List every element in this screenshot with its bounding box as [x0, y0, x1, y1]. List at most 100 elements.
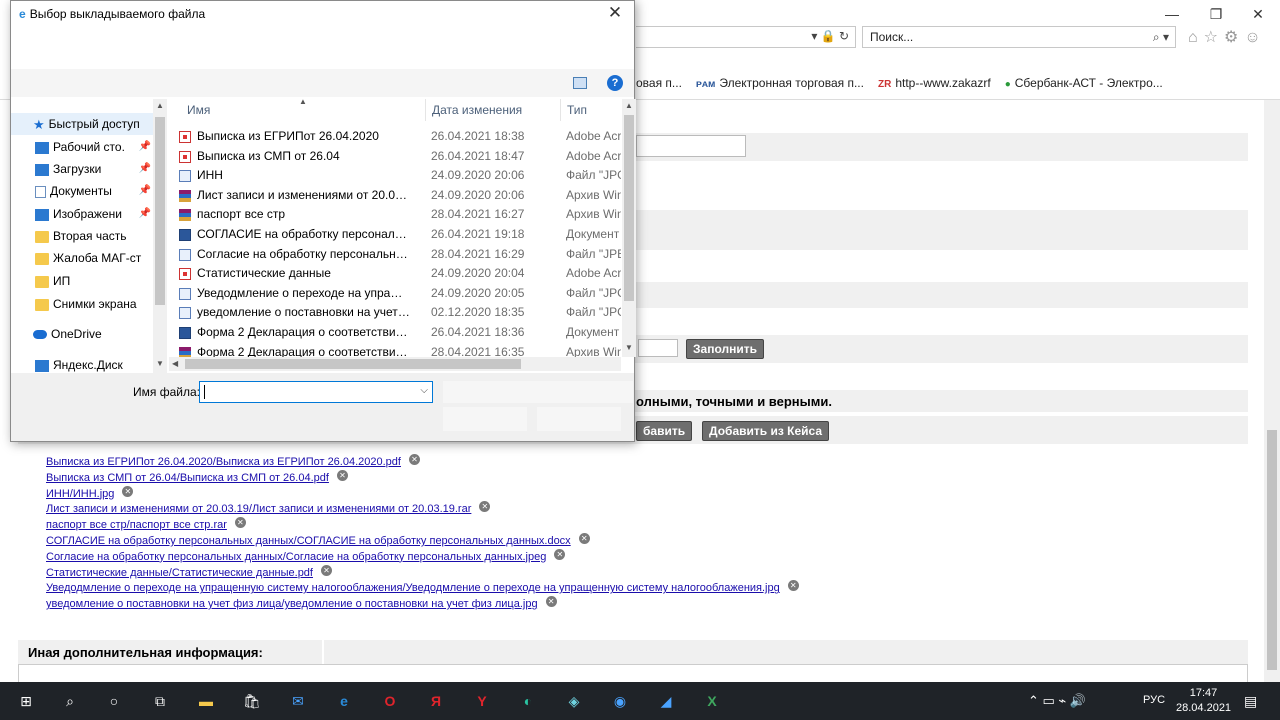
nav-item[interactable]: Документы 📌	[11, 180, 157, 202]
scroll-left-icon[interactable]: ◀	[172, 359, 178, 368]
file-list-scrollbar[interactable]: ▲ ▼	[622, 99, 636, 357]
search-input[interactable]: Поиск... ⌕ ▾	[862, 26, 1176, 48]
file-row[interactable]: Статистические данные 24.09.2020 20:04 Ado…	[169, 264, 621, 284]
file-row[interactable]: Форма 2 Декларация о соответствии тр... 2…	[169, 323, 621, 343]
column-date[interactable]: Дата изменения	[432, 103, 522, 117]
browser-close-button[interactable]: ✕	[1238, 2, 1278, 26]
attached-file-link[interactable]: СОГЛАСИЕ на обработку персональных данны…	[46, 535, 571, 547]
page-scrollbar[interactable]	[1264, 100, 1280, 682]
outlook-icon[interactable]: ◉	[610, 691, 630, 711]
language-indicator[interactable]: РУС	[1143, 694, 1165, 706]
delete-icon[interactable]: ✕	[554, 548, 566, 560]
task-view-icon[interactable]: ⧉	[150, 691, 170, 711]
file-row[interactable]: Выписка из ЕГРИПот 26.04.2020 26.04.2021 …	[169, 127, 621, 147]
add-from-case-button[interactable]: Добавить из Кейса	[702, 421, 829, 441]
column-divider[interactable]	[560, 99, 561, 121]
opera-icon[interactable]: O	[380, 691, 400, 711]
search-icon[interactable]: ⌕	[60, 691, 80, 711]
file-row[interactable]: Форма 2 Декларация о соответствии ... 28.…	[169, 343, 621, 357]
attached-file-link[interactable]: ИНН/ИНН.jpg	[46, 488, 114, 500]
yandex-icon[interactable]: Я	[426, 691, 446, 711]
ie-icon[interactable]: e	[334, 691, 354, 711]
attached-file-link[interactable]: уведомление о поставновки на учет физ ли…	[46, 598, 538, 610]
delete-icon[interactable]: ✕	[122, 485, 134, 497]
scroll-down-icon[interactable]: ▼	[625, 343, 633, 352]
yandex-browser-icon[interactable]: Y	[472, 691, 492, 711]
app-icon[interactable]: ◈	[564, 691, 584, 711]
favorite-link[interactable]: ZR http--www.zakazrf	[878, 76, 991, 90]
file-row[interactable]: Выписка из СМП от 26.04 26.04.2021 18:47 A…	[169, 147, 621, 167]
file-row[interactable]: СОГЛАСИЕ на обработку персональны... 26.0…	[169, 225, 621, 245]
notification-icon[interactable]: ▤	[1244, 693, 1257, 710]
nav-scrollbar-thumb[interactable]	[155, 117, 165, 305]
file-row[interactable]: паспорт все стр 28.04.2021 16:27 Архив Win…	[169, 205, 621, 225]
attached-file-link[interactable]: Уведодмление о переходе на упращенную си…	[46, 582, 780, 594]
delete-icon[interactable]: ✕	[408, 454, 420, 465]
add-button[interactable]: бавить	[636, 421, 693, 441]
nav-item[interactable]: Снимки экрана	[11, 293, 157, 315]
mail-icon[interactable]: ✉	[288, 691, 308, 711]
filename-input[interactable]: ⌵	[199, 381, 433, 403]
file-row[interactable]: Уведодмление о переходе на упращен... 24.…	[169, 284, 621, 304]
file-row[interactable]: Согласие на обработку персональных ... 28…	[169, 245, 621, 265]
file-list-hscrollbar[interactable]: ◀	[169, 357, 621, 371]
file-row[interactable]: ИНН 24.09.2020 20:06 Файл "JPG"	[169, 166, 621, 186]
nav-item[interactable]: OneDrive	[11, 323, 157, 345]
nav-item[interactable]: ИП	[11, 270, 157, 292]
search-icon[interactable]: ⌕ ▾	[1153, 30, 1169, 45]
browser-tool-icons[interactable]: ⌂☆⚙☺	[1188, 27, 1267, 47]
fill-button[interactable]: Заполнить	[686, 339, 764, 359]
favorite-link[interactable]: овая п...	[636, 76, 682, 90]
attached-file-link[interactable]: Согласие на обработку персональных данны…	[46, 551, 546, 563]
windows-start-icon[interactable]: ⊞	[16, 691, 36, 711]
nav-item[interactable]: Вторая часть	[11, 225, 157, 247]
form-text-input[interactable]	[636, 135, 746, 157]
hscrollbar-thumb[interactable]	[185, 359, 521, 369]
delete-icon[interactable]: ✕	[578, 532, 590, 544]
chevron-down-icon[interactable]: ⌵	[420, 385, 428, 396]
favorite-link[interactable]: ᴘᴀᴍ Электронная торговая п...	[696, 76, 864, 90]
view-mode-icon[interactable]	[573, 77, 587, 89]
address-bar-icons[interactable]: ▾ 🔒 ↻	[811, 29, 849, 43]
attached-file-link[interactable]: Выписка из СМП от 26.04/Выписка из СМП о…	[46, 472, 329, 484]
store-icon[interactable]: 🛍	[242, 691, 262, 711]
clock[interactable]: 17:47 28.04.2021	[1176, 686, 1231, 716]
system-tray-icons[interactable]: ⌃ ▭ ⌁ 🔊	[1028, 693, 1086, 709]
delete-icon[interactable]: ✕	[545, 596, 557, 608]
browser-restore-button[interactable]: ❐	[1196, 2, 1236, 26]
file-row[interactable]: Лист записи и изменениями от 20.03.19 24.…	[169, 186, 621, 206]
page-scrollbar-thumb[interactable]	[1267, 430, 1277, 670]
file-list-scrollbar-thumb[interactable]	[624, 115, 634, 301]
delete-icon[interactable]: ✕	[234, 517, 246, 529]
favorite-link[interactable]: ● Сбербанк-АСТ - Электро...	[1005, 76, 1163, 90]
column-name[interactable]: Имя	[187, 103, 210, 117]
cortana-icon[interactable]: ○	[104, 691, 124, 711]
cancel-button[interactable]	[537, 407, 621, 431]
form-small-input[interactable]	[638, 339, 678, 357]
scroll-up-icon[interactable]: ▲	[156, 101, 164, 110]
nav-item[interactable]: Загрузки 📌	[11, 158, 157, 180]
edge-icon[interactable]: ◐	[518, 691, 538, 711]
app-icon[interactable]: ◢	[656, 691, 676, 711]
file-type-filter[interactable]	[443, 381, 633, 403]
delete-icon[interactable]: ✕	[320, 564, 332, 576]
open-button[interactable]	[443, 407, 527, 431]
file-explorer-icon[interactable]: ▬	[196, 691, 216, 711]
nav-item[interactable]: Жалоба МАГ-ст	[11, 247, 157, 269]
other-info-textarea[interactable]	[18, 664, 1248, 682]
column-divider[interactable]	[425, 99, 426, 121]
attached-file-link[interactable]: паспорт все стр/паспорт все стр.rar	[46, 519, 227, 531]
nav-item[interactable]: Изображени 📌	[11, 203, 157, 225]
help-icon[interactable]: ?	[607, 75, 623, 91]
scroll-down-icon[interactable]: ▼	[156, 359, 164, 368]
file-row[interactable]: уведомление о поставновки на учет ф... 02…	[169, 303, 621, 323]
nav-item[interactable]: ★ Быстрый доступ	[11, 113, 157, 135]
attached-file-link[interactable]: Выписка из ЕГРИПот 26.04.2020/Выписка из…	[46, 456, 401, 468]
nav-item[interactable]: Рабочий сто. 📌	[11, 136, 157, 158]
column-type[interactable]: Тип	[567, 103, 587, 117]
attached-file-link[interactable]: Статистические данные/Статистические дан…	[46, 567, 313, 579]
delete-icon[interactable]: ✕	[479, 501, 491, 513]
excel-icon[interactable]: X	[702, 691, 722, 711]
nav-scrollbar[interactable]: ▲ ▼	[153, 99, 167, 373]
dialog-close-button[interactable]: ✕	[602, 3, 628, 23]
